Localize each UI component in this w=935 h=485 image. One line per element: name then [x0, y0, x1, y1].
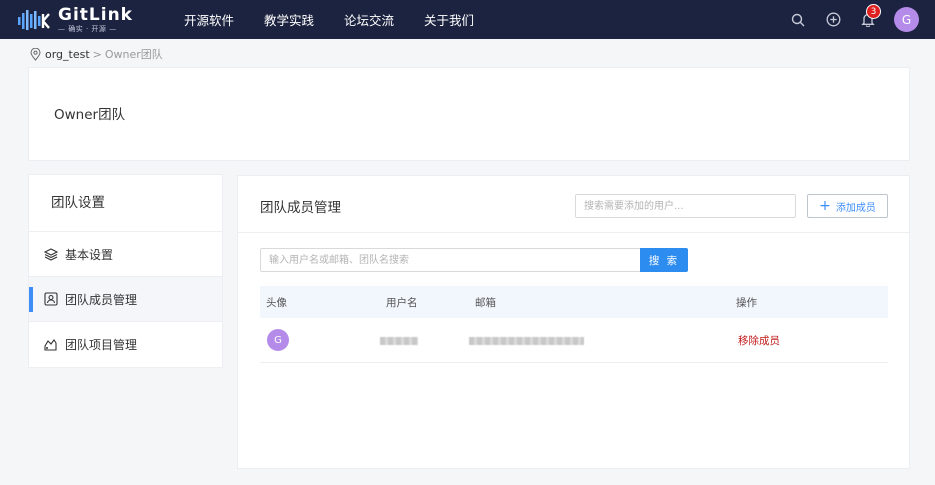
sidebar-item-project-management[interactable]: 团队项目管理 [29, 322, 222, 367]
panel-title: 团队成员管理 [260, 200, 341, 216]
nav-item-open-source[interactable]: 开源软件 [184, 10, 234, 29]
column-header-email: 邮箱 [475, 297, 496, 309]
layers-icon [43, 247, 58, 262]
project-icon [43, 337, 58, 352]
add-user-search-input[interactable] [575, 194, 796, 218]
table-header: 头像 用户名 邮箱 操作 [260, 286, 888, 318]
breadcrumb-current: Owner团队 [104, 48, 163, 61]
team-title: Owner团队 [54, 107, 126, 123]
add-member-button[interactable]: + 添加成员 [807, 194, 888, 218]
sidebar-item-label: 基本设置 [65, 247, 114, 262]
sidebar-heading: 团队设置 [29, 175, 222, 232]
sidebar-item-member-management[interactable]: 团队成员管理 [29, 277, 222, 322]
top-nav: GitLink — 确实 · 开源 — 开源软件 教学实践 论坛交流 关于我们 … [0, 0, 935, 39]
remove-member-link[interactable]: 移除成员 [738, 333, 780, 348]
team-header-card: Owner团队 [28, 67, 910, 161]
nav-item-about[interactable]: 关于我们 [424, 10, 474, 29]
member-management-panel: 团队成员管理 + 添加成员 搜 索 头像 用户名 邮箱 操作 G 移除成员 [237, 175, 910, 469]
user-avatar[interactable]: G [894, 7, 919, 32]
member-username-redacted[interactable] [380, 337, 418, 345]
nav-actions: 3 G [772, 0, 919, 39]
logo-slogan: — 确实 · 开源 — [58, 25, 117, 33]
add-circle-icon[interactable] [824, 11, 842, 29]
member-email-redacted [469, 337, 584, 345]
breadcrumb: org_test > Owner团队 [30, 46, 163, 62]
sidebar-item-label: 团队项目管理 [65, 338, 138, 352]
member-search-input[interactable] [260, 248, 641, 272]
member-avatar[interactable]: G [267, 329, 289, 351]
nav-item-forum[interactable]: 论坛交流 [344, 10, 394, 29]
gitlink-logo[interactable]: GitLink — 确实 · 开源 — [16, 5, 156, 35]
bell-icon[interactable]: 3 [859, 3, 881, 29]
nav-item-teaching[interactable]: 教学实践 [264, 10, 314, 29]
plus-icon: + [819, 198, 831, 214]
notification-badge: 3 [866, 3, 881, 19]
main-menu: 开源软件 教学实践 论坛交流 关于我们 [184, 0, 504, 39]
logo-mark-icon [18, 10, 50, 30]
breadcrumb-separator: > [92, 47, 102, 61]
search-icon[interactable] [789, 11, 807, 29]
table-row: G 移除成员 [260, 318, 888, 363]
add-member-label: 添加成员 [835, 202, 876, 214]
member-card-icon [43, 292, 58, 307]
sidebar-item-label: 团队成员管理 [65, 292, 138, 307]
breadcrumb-org[interactable]: org_test [45, 48, 90, 61]
column-header-username: 用户名 [386, 297, 418, 309]
column-header-avatar: 头像 [266, 297, 287, 309]
logo-name: GitLink [58, 5, 133, 25]
location-pin-icon [30, 47, 41, 61]
panel-header: 团队成员管理 + 添加成员 [238, 176, 909, 233]
sidebar-item-basic-settings[interactable]: 基本设置 [29, 232, 222, 277]
column-header-action: 操作 [736, 297, 757, 309]
settings-sidebar: 团队设置 基本设置 团队成员管理 团队项目管理 [28, 174, 223, 368]
search-button[interactable]: 搜 索 [640, 248, 688, 272]
